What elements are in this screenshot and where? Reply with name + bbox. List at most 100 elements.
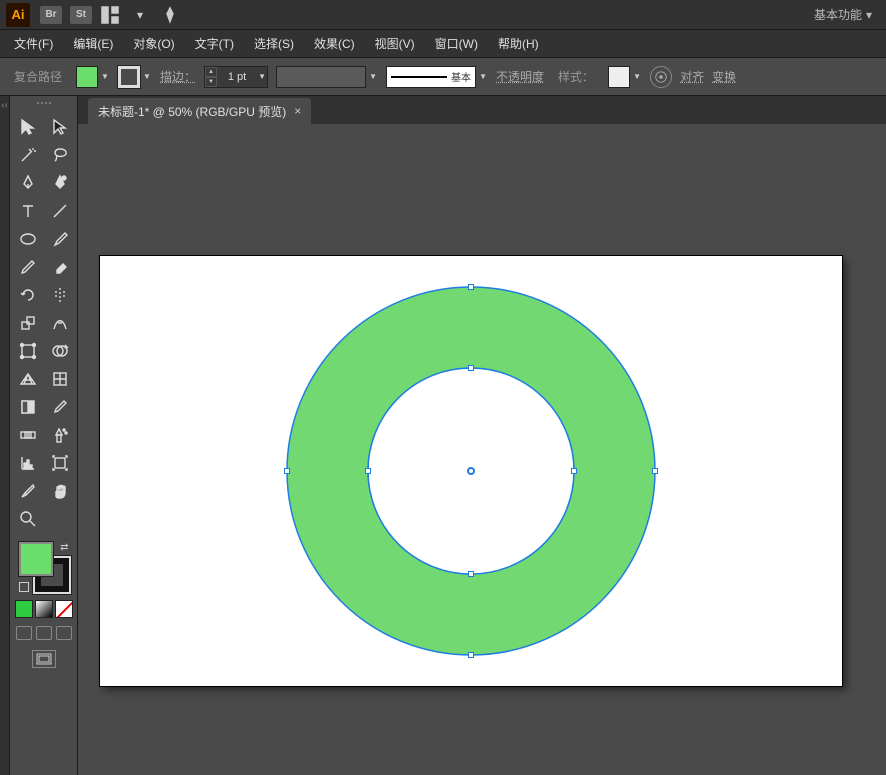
fill-swatch[interactable] — [76, 66, 98, 88]
ellipse-tool[interactable] — [13, 226, 43, 252]
draw-normal-icon[interactable] — [16, 626, 32, 640]
document-area: 未标题-1* @ 50% (RGB/GPU 预览) × — [78, 96, 886, 775]
selection-handle-w[interactable] — [284, 468, 290, 474]
rotate-tool[interactable] — [13, 282, 43, 308]
magic-wand-tool[interactable] — [13, 142, 43, 168]
draw-mode-row — [16, 626, 72, 640]
draw-behind-icon[interactable] — [36, 626, 52, 640]
menu-effect[interactable]: 效果(C) — [304, 31, 365, 56]
screen-mode-button[interactable] — [32, 650, 56, 668]
brush-definition[interactable]: 基本 — [386, 66, 476, 88]
shape-builder-tool[interactable] — [45, 338, 75, 364]
stroke-width-input[interactable] — [217, 67, 257, 87]
stock-icon[interactable]: St — [70, 6, 92, 24]
anchor-inner-e[interactable] — [571, 468, 577, 474]
document-tab[interactable]: 未标题-1* @ 50% (RGB/GPU 预览) × — [88, 98, 311, 124]
bridge-icon[interactable]: Br — [40, 6, 62, 24]
reflect-tool[interactable] — [45, 282, 75, 308]
curvature-tool[interactable] — [45, 170, 75, 196]
variable-width-profile[interactable] — [276, 66, 366, 88]
column-graph-tool[interactable] — [13, 450, 43, 476]
workspace-label: 基本功能 — [814, 6, 862, 23]
step-down-icon[interactable]: ▼ — [205, 77, 217, 87]
swap-fill-stroke-icon[interactable]: ⇄ — [60, 542, 68, 553]
menu-type[interactable]: 文字(T) — [185, 31, 244, 56]
line-segment-tool[interactable] — [45, 198, 75, 224]
brush-stroke-preview-icon — [391, 76, 447, 78]
style-dropdown-icon[interactable]: ▼ — [632, 66, 642, 88]
eyedropper-tool[interactable] — [45, 394, 75, 420]
menu-help[interactable]: 帮助(H) — [488, 31, 549, 56]
direct-selection-tool[interactable] — [45, 114, 75, 140]
menu-file[interactable]: 文件(F) — [4, 31, 63, 56]
selection-handle-e[interactable] — [652, 468, 658, 474]
blend-tool[interactable] — [13, 422, 43, 448]
dropdown-caret-icon[interactable]: ▾ — [130, 6, 150, 24]
tab-close-icon[interactable]: × — [294, 104, 301, 118]
anchor-inner-w[interactable] — [365, 468, 371, 474]
gpu-preview-icon[interactable] — [160, 6, 180, 24]
lasso-tool[interactable] — [45, 142, 75, 168]
pencil-tool[interactable] — [13, 254, 43, 280]
arrange-documents-icon[interactable] — [100, 6, 120, 24]
color-mode-solid[interactable] — [15, 600, 33, 618]
stroke-width-field[interactable]: ▲ ▼ ▼ — [204, 66, 268, 88]
anchor-inner-s[interactable] — [468, 571, 474, 577]
title-bar: Ai Br St ▾ 基本功能 ▾ — [0, 0, 886, 30]
color-mode-gradient[interactable] — [35, 600, 53, 618]
draw-inside-icon[interactable] — [56, 626, 72, 640]
stroke-label[interactable]: 描边： — [160, 68, 196, 85]
artboard-tool[interactable] — [45, 450, 75, 476]
selection-handle-n[interactable] — [468, 284, 474, 290]
width-tool[interactable] — [45, 310, 75, 336]
selection-handle-s[interactable] — [468, 652, 474, 658]
stroke-swatch[interactable] — [118, 66, 140, 88]
scale-tool[interactable] — [13, 310, 43, 336]
graphic-style-swatch[interactable] — [608, 66, 630, 88]
eraser-tool[interactable] — [45, 254, 75, 280]
stroke-dropdown-icon[interactable]: ▼ — [142, 66, 152, 88]
default-fill-stroke-icon[interactable] — [19, 582, 29, 592]
opacity-label[interactable]: 不透明度 — [496, 68, 544, 85]
step-up-icon[interactable]: ▲ — [205, 67, 217, 77]
perspective-grid-tool[interactable] — [13, 366, 43, 392]
color-mode-none[interactable] — [55, 600, 73, 618]
menu-edit[interactable]: 编辑(E) — [63, 31, 123, 56]
fill-color-box[interactable] — [19, 542, 53, 576]
brush-label: 基本 — [451, 69, 471, 84]
type-tool[interactable] — [13, 198, 43, 224]
canvas[interactable] — [78, 124, 886, 775]
paintbrush-tool[interactable] — [45, 226, 75, 252]
profile-dropdown-icon[interactable]: ▼ — [368, 66, 378, 88]
slice-tool[interactable] — [13, 478, 43, 504]
free-transform-tool[interactable] — [13, 338, 43, 364]
fill-stroke-indicator[interactable]: ⇄ — [19, 542, 69, 592]
artboard[interactable] — [100, 256, 842, 686]
panel-grip-icon[interactable] — [24, 102, 64, 108]
menu-select[interactable]: 选择(S) — [244, 31, 304, 56]
hand-tool[interactable] — [45, 478, 75, 504]
anchor-inner-n[interactable] — [468, 365, 474, 371]
menu-object[interactable]: 对象(O) — [123, 31, 184, 56]
stroke-width-dropdown-icon[interactable]: ▼ — [257, 66, 267, 88]
menu-view[interactable]: 视图(V) — [365, 31, 425, 56]
symbol-sprayer-tool[interactable] — [45, 422, 75, 448]
transform-label[interactable]: 变换 — [712, 68, 736, 85]
panel-collapse-handle[interactable]: ‹‹ — [0, 96, 10, 775]
tools-panel: ⇄ — [10, 96, 78, 775]
align-label[interactable]: 对齐 — [680, 68, 704, 85]
menu-window[interactable]: 窗口(W) — [425, 31, 488, 56]
mesh-tool[interactable] — [45, 366, 75, 392]
chevron-down-icon: ▾ — [866, 8, 872, 22]
brush-dropdown-icon[interactable]: ▼ — [478, 66, 488, 88]
recolor-artwork-icon[interactable] — [650, 66, 672, 88]
pen-tool[interactable] — [13, 170, 43, 196]
app-logo-icon: Ai — [6, 3, 30, 27]
zoom-tool[interactable] — [13, 506, 43, 532]
style-label: 样式： — [552, 66, 600, 87]
fill-dropdown-icon[interactable]: ▼ — [100, 66, 110, 88]
workspace-switcher[interactable]: 基本功能 ▾ — [806, 2, 880, 27]
selection-tool[interactable] — [13, 114, 43, 140]
gradient-tool[interactable] — [13, 394, 43, 420]
selection-kind-label: 复合路径 — [8, 66, 68, 87]
